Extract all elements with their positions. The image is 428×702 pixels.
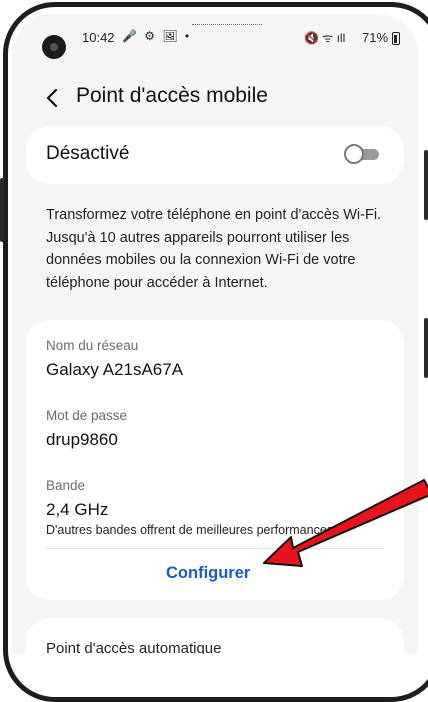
battery-icon	[392, 32, 400, 45]
password-value: drup9860	[46, 430, 118, 449]
page-title: Point d'accès mobile	[76, 84, 268, 107]
earpiece-speaker	[192, 24, 262, 28]
network-name-label: Nom du réseau	[46, 338, 139, 353]
volume-button	[0, 178, 4, 242]
network-name-value: Galaxy A21sA67A	[46, 360, 184, 379]
configure-button[interactable]: Configurer	[166, 564, 250, 583]
divider	[46, 548, 384, 549]
band-note: D'autres bandes offrent de meilleures pe…	[46, 523, 344, 537]
hotspot-toggle[interactable]	[344, 144, 380, 164]
hotspot-status-label: Désactivé	[46, 143, 130, 164]
signal-icons: 🔇 ᯤ ıll	[304, 31, 346, 45]
chevron-left-icon	[46, 88, 58, 108]
hotspot-toggle-card[interactable]: Désactivé	[26, 126, 404, 184]
page-header: Point d'accès mobile	[12, 80, 418, 116]
status-time: 10:42	[82, 30, 115, 45]
auto-hotspot-item[interactable]: Point d'accès automatique	[26, 618, 404, 654]
password-label: Mot de passe	[46, 408, 128, 423]
battery-percentage: 71%	[362, 30, 389, 45]
side-key	[424, 318, 428, 378]
band-value: 2,4 GHz	[46, 500, 109, 519]
back-button[interactable]	[42, 84, 66, 112]
power-button	[424, 150, 428, 220]
toggle-knob	[344, 144, 364, 164]
band-label: Bande	[46, 478, 86, 493]
network-settings-card: Nom du réseau Galaxy A21sA67A Mot de pas…	[26, 320, 404, 600]
hotspot-description: Transformez votre téléphone en point d'a…	[46, 207, 382, 291]
front-camera-icon	[42, 35, 66, 59]
screen: 10:42 🎤 ⚙ 🖼 • 🔇 ᯤ ıll 71% Point d'accès …	[12, 14, 418, 654]
notification-icons: 🎤 ⚙ 🖼 •	[122, 29, 192, 43]
auto-hotspot-label: Point d'accès automatique	[46, 640, 222, 654]
